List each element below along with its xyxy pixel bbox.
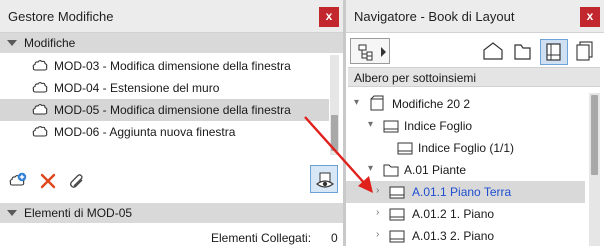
change-row-label: MOD-03 - Modifica dimensione della fines…	[54, 59, 291, 73]
cloud-revision-icon	[32, 102, 48, 121]
change-manager-panel: Gestore Modifiche x Modifiche MOD-03 - M…	[0, 0, 343, 246]
tree-scrollbar[interactable]	[589, 93, 600, 246]
navigator-titlebar: Navigatore - Book di Layout x	[346, 0, 604, 33]
view-mode-label: Albero per sottoinsiemi	[354, 71, 477, 85]
chevron-down-icon[interactable]: ▾	[354, 97, 359, 108]
chevron-down-icon[interactable]: ▾	[368, 163, 373, 174]
tree-item-subset[interactable]: ▾ Indice Foglio	[346, 115, 585, 137]
close-button[interactable]: x	[580, 7, 600, 27]
tree-item-label: A.01.3 2. Piano	[412, 229, 495, 243]
cloud-revision-icon	[32, 80, 48, 99]
changes-scrollbar[interactable]	[330, 55, 339, 155]
cloud-revision-icon	[32, 124, 48, 143]
collapse-triangle-icon	[7, 210, 17, 216]
view-mode-combo[interactable]: Albero per sottoinsiemi	[348, 67, 600, 87]
tree-structure-icon	[357, 43, 375, 64]
chevron-right-icon[interactable]: ›	[376, 229, 379, 240]
subset-folder-icon	[382, 161, 400, 182]
chevron-right-icon	[381, 47, 386, 57]
show-on-screen-toggle[interactable]	[310, 165, 338, 193]
change-manager-titlebar: Gestore Modifiche x	[0, 0, 343, 33]
add-revision-icon[interactable]	[8, 171, 28, 194]
tree-item-layout[interactable]: Indice Foglio (1/1)	[346, 137, 585, 159]
change-row-label: MOD-06 - Aggiunta nuova finestra	[54, 125, 236, 139]
view-map-button[interactable]	[510, 39, 538, 65]
changes-section-header[interactable]: Modifiche	[0, 33, 343, 53]
layout-sheet-icon	[388, 183, 406, 204]
close-button[interactable]: x	[319, 7, 339, 27]
collapse-triangle-icon	[7, 40, 17, 46]
tree-item-layout[interactable]: › A.01.2 1. Piano	[346, 203, 585, 225]
tree-item-subset[interactable]: ▾ A.01 Piante	[346, 159, 585, 181]
tree-item-root[interactable]: ▾ Modifiche 20 2	[346, 93, 585, 115]
change-row-label: MOD-04 - Estensione del muro	[54, 81, 220, 95]
tree-item-label: Modifiche 20 2	[392, 97, 471, 111]
tree-item-label: Indice Foglio (1/1)	[418, 141, 515, 155]
layout-sheet-icon	[396, 139, 414, 160]
layout-book-icon	[546, 43, 561, 61]
publisher-icon	[576, 41, 593, 61]
eye-view-icon	[315, 170, 335, 193]
navigator-panel: Navigatore - Book di Layout x Albero per…	[346, 0, 604, 246]
tree-item-label: A.01.2 1. Piano	[412, 207, 495, 221]
linked-elements-count: 0	[331, 231, 338, 245]
publisher-sets-button[interactable]	[572, 39, 600, 65]
tree-scrollbar-thumb[interactable]	[591, 95, 598, 175]
subset-folder-icon	[382, 117, 400, 138]
house-icon	[483, 42, 503, 60]
changes-scrollbar-thumb[interactable]	[331, 115, 338, 151]
change-manager-title: Gestore Modifiche	[8, 9, 114, 24]
changes-section-label: Modifiche	[24, 36, 76, 50]
layout-book-icon	[368, 95, 386, 116]
navigator-toolbar	[346, 37, 604, 67]
change-row[interactable]: MOD-03 - Modifica dimensione della fines…	[0, 55, 329, 77]
change-row-selected[interactable]: MOD-05 - Modifica dimensione della fines…	[0, 99, 329, 121]
tree-item-layout[interactable]: › A.01.3 2. Piano	[346, 225, 585, 246]
tree-item-label: Indice Foglio	[404, 119, 473, 133]
change-row[interactable]: MOD-04 - Estensione del muro	[0, 77, 329, 99]
change-row-label: MOD-05 - Modifica dimensione della fines…	[54, 103, 291, 117]
view-folder-icon	[514, 44, 531, 60]
chevron-down-icon[interactable]: ▾	[368, 119, 373, 130]
cloud-revision-icon	[32, 58, 48, 77]
layout-sheet-icon	[388, 227, 406, 246]
project-map-button[interactable]	[480, 39, 508, 65]
tree-item-layout-selected[interactable]: › A.01.1 Piano Terra	[346, 181, 585, 203]
elements-section-header[interactable]: Elementi di MOD-05	[0, 203, 343, 223]
layout-sheet-icon	[388, 205, 406, 226]
linked-elements-label: Elementi Collegati:	[211, 231, 312, 245]
map-type-dropdown[interactable]	[350, 38, 390, 64]
elements-section-label: Elementi di MOD-05	[24, 206, 133, 220]
chevron-right-icon[interactable]: ›	[376, 207, 379, 218]
red-x-delete-icon[interactable]	[38, 171, 58, 194]
chevron-right-icon[interactable]: ›	[376, 185, 379, 196]
tree-item-label: A.01 Piante	[404, 163, 467, 177]
navigator-title: Navigatore - Book di Layout	[354, 9, 515, 24]
change-row[interactable]: MOD-06 - Aggiunta nuova finestra	[0, 121, 329, 143]
tree-item-label: A.01.1 Piano Terra	[412, 185, 512, 199]
layout-book-button[interactable]	[540, 39, 568, 65]
paperclip-icon[interactable]	[67, 171, 87, 194]
